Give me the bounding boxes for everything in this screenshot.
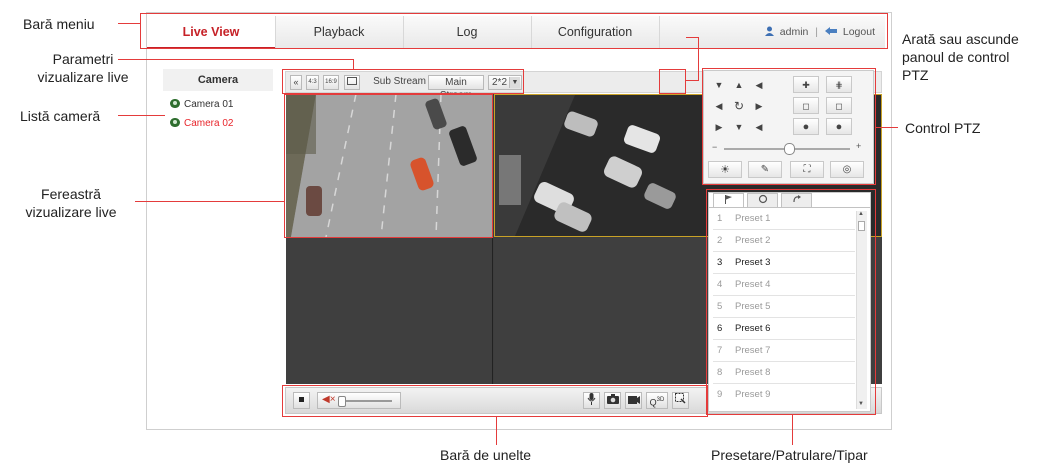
camera-status-icon	[170, 99, 180, 108]
callout-line: Parametri	[52, 51, 114, 67]
callout-line: Arată sau ascunde	[902, 31, 1019, 47]
callout-liveview-params: Parametri vizualizare live	[27, 50, 139, 86]
camera-item-02[interactable]: Camera 02	[170, 117, 233, 131]
menu-bar-highlight	[140, 13, 888, 49]
leader-line	[686, 80, 699, 81]
leader-line	[118, 59, 353, 60]
callout-ptz-control: Control PTZ	[905, 120, 981, 136]
callout-line: vizualizare live	[25, 204, 117, 220]
callout-menu-bar: Bară meniu	[23, 16, 95, 32]
leader-line	[118, 23, 140, 24]
live-window-highlight	[284, 94, 493, 238]
leader-line	[792, 415, 793, 445]
callout-line: vizualizare live	[37, 69, 129, 85]
leader-line	[698, 37, 699, 80]
liveview-params-highlight	[282, 69, 524, 94]
callout-preset-patrol: Presetare/Patrulare/Tipar	[711, 447, 868, 463]
callout-line: PTZ	[902, 67, 929, 83]
callout-line: Fereastră	[41, 186, 101, 202]
toolbar-highlight	[282, 385, 708, 417]
ptz-highlight	[702, 68, 876, 185]
callout-camera-list: Listă cameră	[20, 108, 101, 124]
preset-highlight	[706, 189, 876, 415]
callout-toolbar: Bară de unelte	[440, 447, 532, 463]
leader-line	[686, 37, 698, 38]
camera-item-01[interactable]: Camera 01	[170, 98, 233, 112]
callout-line: panoul de control	[902, 49, 1010, 65]
camera-status-icon	[170, 118, 180, 127]
leader-line	[876, 127, 898, 128]
video-tile-3[interactable]	[286, 238, 493, 384]
leader-line	[118, 115, 165, 116]
camera-label: Camera 01	[184, 99, 234, 110]
leader-line	[496, 417, 497, 445]
ptz-toggle-highlight	[659, 69, 686, 94]
leader-line	[135, 201, 285, 202]
leader-line	[353, 59, 354, 70]
callout-show-hide-ptz: Arată sau ascunde panoul de control PTZ	[902, 30, 1019, 84]
callout-live-window: Fereastră vizualizare live	[6, 185, 136, 221]
camera-label: Camera 02	[184, 118, 234, 129]
camera-list-title: Camera	[163, 69, 273, 91]
